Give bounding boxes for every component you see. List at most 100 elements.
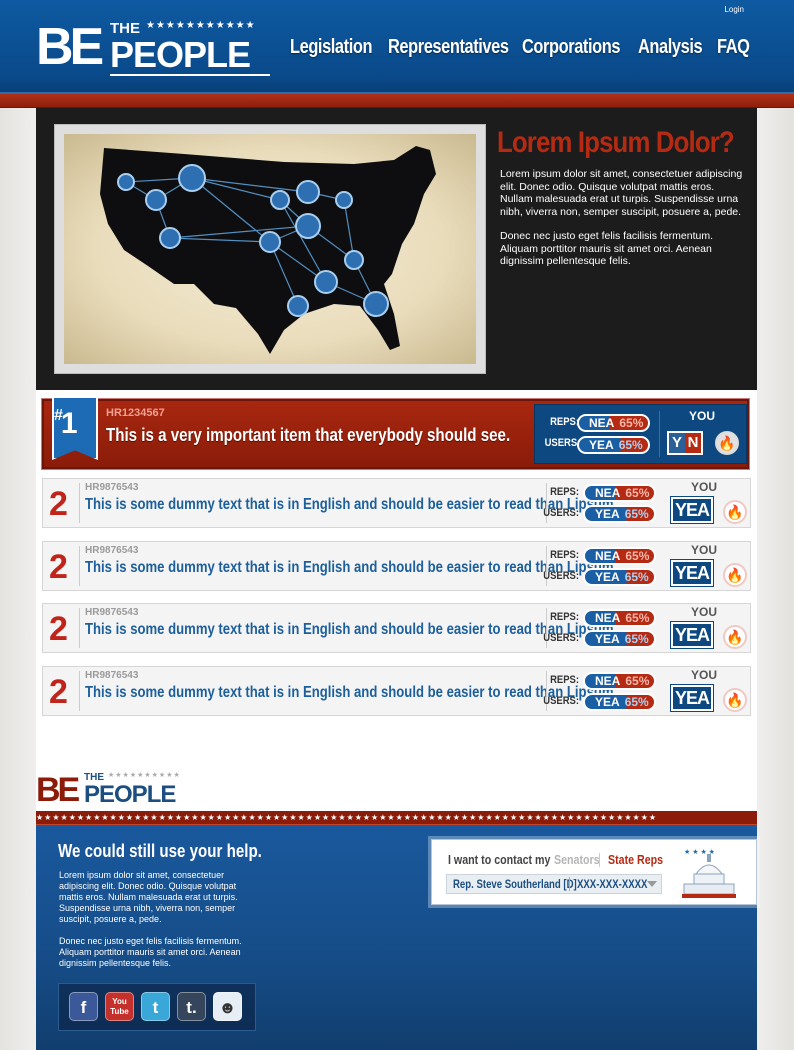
divider [79,608,80,648]
rank-hash: # [54,407,63,424]
reps-label: REPS: [550,611,579,623]
rank-number: 2 [49,673,68,711]
bill-title[interactable]: This is some dummy text that is in Engli… [85,684,617,702]
logo-underline [110,74,270,76]
users-pct: 65% [624,695,649,709]
capitol-icon: ★ ★ ★ ★ [682,848,736,898]
users-pct: 65% [624,570,649,584]
reps-pct: 65% [625,486,650,500]
bill-title[interactable]: This is some dummy text that is in Engli… [85,621,617,639]
reps-pct: 65% [625,611,650,625]
reps-vote-pill: NEA 65% [577,414,651,432]
flame-icon[interactable]: 🔥 [723,500,747,524]
rank-value: 1 [60,407,78,440]
list-item[interactable]: 2 HR9876543 This is some dummy text that… [42,666,751,716]
list-item[interactable]: 2 HR9876543 This is some dummy text that… [42,478,751,528]
twitter-icon[interactable]: t [141,992,170,1021]
reps-vote-pill: NEA 65% [583,609,657,627]
bill-code: HR1234567 [106,407,165,419]
users-label: USERS: [543,570,579,582]
bill-title[interactable]: This is some dummy text that is in Engli… [85,496,617,514]
vote-no-button[interactable]: N [685,433,701,453]
nav-corporations[interactable]: Corporations [522,36,620,59]
tab-divider [599,853,600,867]
reps-label: REPS: [550,486,579,498]
nav-analysis[interactable]: Analysis [638,36,703,59]
flame-icon[interactable]: 🔥 [723,563,747,587]
flame-icon[interactable]: 🔥 [715,431,739,455]
you-label: YOU [689,409,716,423]
users-vote: YEA [595,695,620,709]
vote-yes-button[interactable]: Y [669,433,685,453]
you-vote-button[interactable]: YEA [671,685,713,711]
flame-icon[interactable]: 🔥 [723,688,747,712]
state-reps-tab[interactable]: State Reps [608,852,663,867]
bill-title[interactable]: This is a very important item that every… [106,425,510,446]
users-vote: YEA [595,570,620,584]
list-item[interactable]: 2 HR9876543 This is some dummy text that… [42,541,751,591]
you-vote-button[interactable]: YEA [671,497,713,523]
nav-representatives[interactable]: Representatives [388,36,509,59]
footer-logo[interactable]: BE THE ★★★★★★★★★★ PEOPLE [36,772,196,812]
bill-code: HR9876543 [85,607,139,618]
reps-vote: NEA [589,416,615,430]
contact-prompt: I want to contact my [448,852,551,867]
tumblr-icon[interactable]: t. [177,992,206,1021]
senators-tab[interactable]: Senators [554,852,600,867]
login-link[interactable]: Login [724,5,744,14]
rep-phone: XXX-XXX-XXXX [577,877,648,891]
footer-star-border: ★★★★★★★★★★★★★★★★★★★★★★★★★★★★★★★★★★★★★★★★… [36,811,757,825]
users-vote-pill: YEA 65% [583,568,656,586]
you-vote-button[interactable]: YEA [671,560,713,586]
rank-number: 2 [49,610,68,648]
featured-item[interactable]: #1 HR1234567 This is a very important it… [41,396,750,470]
hero-section: Lorem Ipsum Dolor? Lorem ipsum dolor sit… [36,108,757,390]
us-map-illustration [100,146,436,354]
bill-code: HR9876543 [85,670,139,681]
help-text: Lorem ipsum dolor sit amet, consectetuer… [59,870,259,969]
logo-be: BE [36,18,104,76]
reps-pct: 65% [619,416,644,430]
reddit-icon[interactable]: ☻ [213,992,242,1021]
reps-vote: NEA [595,611,621,625]
chevron-down-icon[interactable] [647,881,657,887]
nav-legislation[interactable]: Legislation [290,36,372,59]
site-logo[interactable]: BE THE ★★★★★★★★★★★ PEOPLE [36,18,272,78]
you-label: YOU [691,480,718,494]
map-frame [54,124,486,374]
rep-name: Rep. Steve Southerland [D] [453,877,577,891]
hero-title: Lorem Ipsum Dolor? [497,126,735,159]
users-vote-pill: YEA 65% [583,505,656,523]
reps-label: REPS: [550,674,579,686]
main-container: Lorem Ipsum Dolor? Lorem ipsum dolor sit… [36,108,757,1050]
flame-icon[interactable]: 🔥 [723,625,747,649]
reps-vote-pill: NEA 65% [583,547,657,565]
divider [79,483,80,523]
facebook-icon[interactable]: f [69,992,98,1021]
representative-select[interactable]: Rep. Steve Southerland [D] XXX-XXX-XXXX [446,874,662,894]
you-vote-button[interactable]: YEA [671,622,713,648]
reps-pct: 65% [625,674,650,688]
list-item[interactable]: 2 HR9876543 This is some dummy text that… [42,603,751,653]
nav-faq[interactable]: FAQ [717,36,750,59]
site-footer: ★★★★★★★★★★★★★★★★★★★★★★★★★★★★★★★★★★★★★★★★… [36,811,757,1050]
vote-panel: REPS: USERS: NEA 65% YEA 65% YOU Y N 🔥 [534,404,747,464]
hero-paragraph-1: Lorem ipsum dolor sit amet, consectetuer… [500,168,743,218]
you-label: YOU [691,543,718,557]
contact-widget: I want to contact my Senators State Reps… [431,839,757,905]
header-stripe [0,92,794,108]
logo-stars: ★★★★★★★★★★★ [146,20,256,31]
users-vote: YEA [595,507,620,521]
users-pct: 65% [624,507,649,521]
users-vote: YEA [589,438,614,452]
you-label: YOU [691,668,718,682]
hero-text: Lorem ipsum dolor sit amet, consectetuer… [500,168,744,268]
reps-vote-pill: NEA 65% [583,484,657,502]
bill-title[interactable]: This is some dummy text that is in Engli… [85,559,617,577]
footer-logo-people: PEOPLE [84,781,176,808]
reps-label: REPS: [550,549,579,561]
yes-no-toggle[interactable]: Y N [667,431,703,455]
divider [79,546,80,586]
background-right [757,108,794,1050]
youtube-icon[interactable]: You Tube [105,992,134,1021]
